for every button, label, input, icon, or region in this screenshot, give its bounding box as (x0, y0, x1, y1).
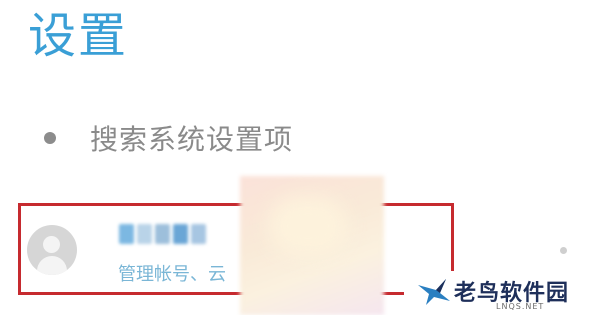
account-row[interactable]: 管理帐号、云 (18, 203, 454, 295)
watermark: 老鸟软件园 LNQS.NET (404, 271, 600, 315)
account-name-redacted (119, 224, 206, 244)
redacted-block (155, 224, 170, 244)
search-settings-label: 搜索系统设置项 (90, 123, 294, 156)
search-settings-row[interactable]: 搜索系统设置项 (38, 114, 398, 162)
redacted-block (191, 224, 206, 244)
search-bullet-icon (44, 132, 56, 144)
list-edge-dot (560, 247, 567, 254)
blur-highlight (268, 196, 348, 256)
person-icon (43, 236, 60, 253)
bird-logo-icon (418, 279, 450, 305)
redacted-block (137, 224, 152, 244)
account-subtitle: 管理帐号、云 (118, 264, 226, 285)
watermark-domain: LNQS.NET (496, 302, 545, 311)
person-body-shape (37, 256, 67, 275)
redacted-block (173, 224, 188, 244)
avatar (27, 225, 77, 275)
redacted-block (119, 224, 134, 244)
page-title: 设置 (28, 8, 129, 64)
